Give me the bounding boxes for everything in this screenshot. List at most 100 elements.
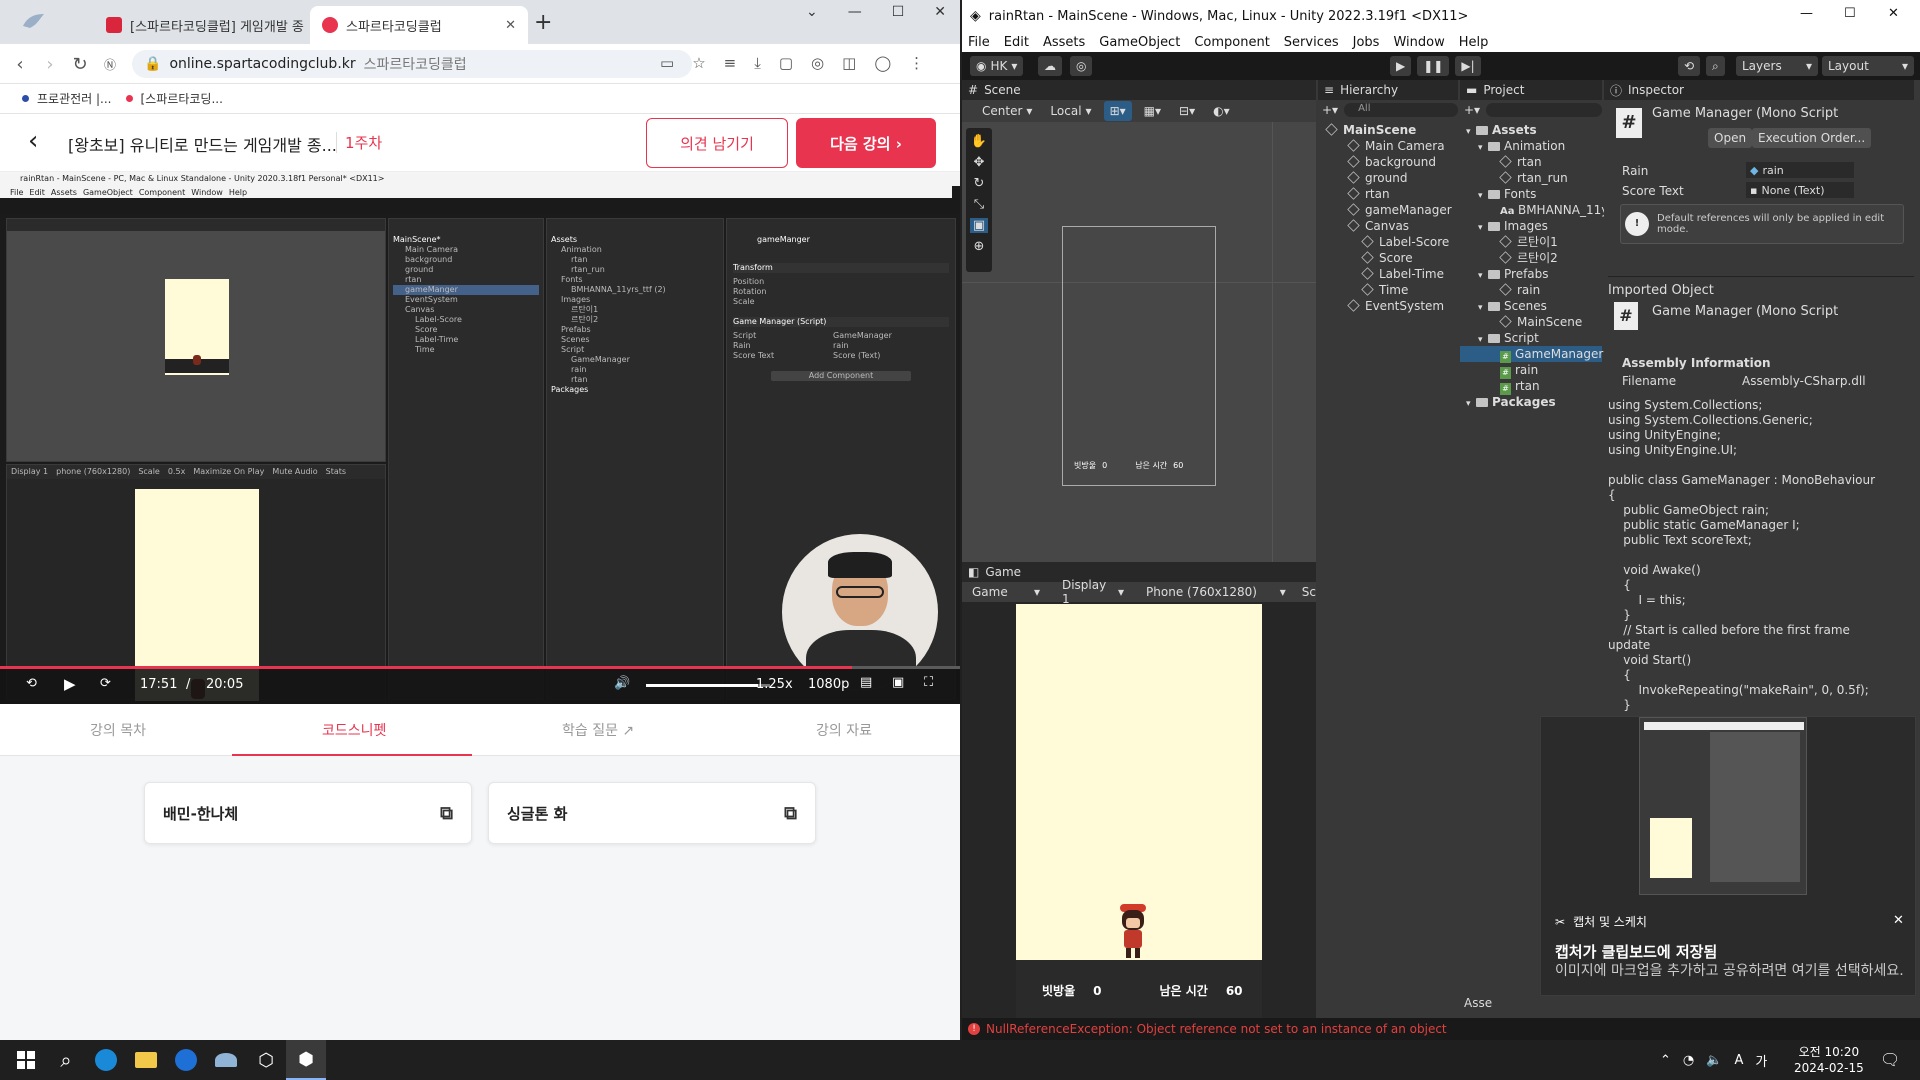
- volume-icon[interactable]: 🔊: [614, 676, 630, 691]
- hierarchy-item[interactable]: EventSystem: [1318, 298, 1458, 314]
- pivot-dropdown[interactable]: Center ▾: [976, 101, 1039, 121]
- menu-assets[interactable]: Assets: [1043, 35, 1085, 50]
- project-item[interactable]: Aa BMHANNA_11y: [1460, 202, 1608, 218]
- split-icon[interactable]: ◫: [842, 54, 856, 72]
- forward-icon[interactable]: ›: [36, 50, 64, 78]
- project-item[interactable]: ▾ Assets: [1460, 122, 1602, 138]
- project-item[interactable]: # GameManager: [1460, 346, 1603, 363]
- menu-help[interactable]: Help: [1459, 35, 1489, 50]
- move-tool-icon[interactable]: ✥: [974, 155, 985, 170]
- subtitle-icon[interactable]: ▤: [860, 675, 872, 690]
- collections-icon[interactable]: ▢: [779, 54, 793, 72]
- hierarchy-item[interactable]: background: [1318, 154, 1458, 170]
- feedback-button[interactable]: 의견 남기기: [646, 118, 788, 168]
- tab-2[interactable]: 스파르타코딩클럽 ✕: [310, 6, 528, 44]
- rewind-icon[interactable]: ⟲: [26, 676, 37, 691]
- file-explorer-icon[interactable]: [126, 1040, 166, 1080]
- project-search[interactable]: [1486, 103, 1602, 117]
- project-item[interactable]: ▾ Images: [1460, 218, 1602, 234]
- pause-button[interactable]: ❚❚: [1417, 56, 1450, 76]
- rotate-tool-icon[interactable]: ↻: [974, 176, 985, 191]
- hierarchy-item[interactable]: ground: [1318, 170, 1458, 186]
- project-item[interactable]: ▾ Script: [1460, 330, 1602, 346]
- hierarchy-item[interactable]: MainScene: [1318, 122, 1458, 138]
- history-button[interactable]: ⟲: [1678, 56, 1701, 76]
- transform-tool-icon[interactable]: ⊕: [974, 239, 985, 254]
- scene-tab[interactable]: # Scene: [962, 80, 1316, 100]
- back-icon[interactable]: ‹: [6, 50, 34, 78]
- favorites-icon[interactable]: ≡: [724, 54, 737, 72]
- ime-indicator[interactable]: A: [1734, 1053, 1743, 1068]
- unity-editor-icon[interactable]: ⬢: [286, 1040, 326, 1080]
- menu-window[interactable]: Window: [1393, 35, 1444, 50]
- menu-gameobject[interactable]: GameObject: [1099, 35, 1180, 50]
- hierarchy-search[interactable]: All: [1344, 103, 1458, 117]
- hierarchy-item[interactable]: Time: [1318, 282, 1458, 298]
- game-tab[interactable]: ◧ Game: [962, 562, 1316, 582]
- cast-icon[interactable]: ▭: [660, 54, 674, 72]
- reload-icon[interactable]: ↻: [66, 50, 94, 78]
- tray-chevron-icon[interactable]: ⌃: [1660, 1053, 1671, 1068]
- close-icon[interactable]: ✕: [1893, 913, 1904, 928]
- lecture-video[interactable]: rainRtan - MainScene - PC, Mac & Linux S…: [0, 172, 960, 704]
- tab-code-snippet[interactable]: 코드스니펫: [322, 720, 386, 740]
- open-button[interactable]: Open: [1708, 128, 1753, 148]
- step-button[interactable]: ▶|: [1455, 56, 1481, 76]
- execution-order-button[interactable]: Execution Order...: [1752, 128, 1872, 148]
- menu-file[interactable]: File: [968, 35, 990, 50]
- fullscreen-icon[interactable]: ⛶: [924, 675, 933, 690]
- profile-icon[interactable]: ◯: [874, 54, 891, 72]
- tab-1[interactable]: [스파르타코딩클럽] 게임개발 종: [94, 6, 304, 44]
- bookmark-item[interactable]: 프로관전러 |...: [22, 90, 112, 107]
- project-item[interactable]: 르탄이1: [1460, 234, 1602, 250]
- project-item[interactable]: ▾ Prefabs: [1460, 266, 1602, 282]
- space-dropdown[interactable]: Local ▾: [1044, 101, 1098, 121]
- video-progress-track[interactable]: [0, 666, 960, 669]
- hierarchy-item[interactable]: Label-Score: [1318, 234, 1458, 250]
- close-tab-icon[interactable]: ✕: [505, 18, 516, 33]
- network-icon[interactable]: ◔: [1683, 1053, 1694, 1068]
- copy-icon[interactable]: ⧉: [784, 803, 797, 824]
- hierarchy-item[interactable]: gameManager: [1318, 202, 1458, 218]
- clock[interactable]: 오전 10:20 2024-02-15: [1794, 1044, 1864, 1076]
- hand-tool-icon[interactable]: ✋: [971, 134, 987, 149]
- game-mode-dropdown[interactable]: Game ▾: [966, 582, 1046, 602]
- start-icon[interactable]: [6, 1040, 46, 1080]
- account-dropdown[interactable]: ◉ HK ▾: [970, 56, 1024, 76]
- tab-questions[interactable]: 학습 질문 ↗: [562, 720, 634, 740]
- maximize-icon[interactable]: ☐: [1844, 6, 1856, 21]
- rect-tool-icon[interactable]: ▣: [969, 218, 989, 233]
- notification-center-icon[interactable]: 🗨: [1880, 1050, 1900, 1069]
- hierarchy-tab[interactable]: ≡ Hierarchy: [1318, 80, 1458, 100]
- project-item[interactable]: MainScene: [1460, 314, 1602, 330]
- close-icon[interactable]: ✕: [934, 4, 946, 20]
- screenshot-icon[interactable]: ◎: [811, 54, 824, 72]
- next-lecture-button[interactable]: 다음 강의 ›: [796, 118, 936, 168]
- minimize-icon[interactable]: —: [1800, 6, 1813, 21]
- project-item[interactable]: 르탄이2: [1460, 250, 1602, 266]
- maximize-icon[interactable]: ☐: [892, 4, 905, 20]
- bookmark-item[interactable]: [스파르타코딩...: [125, 90, 223, 107]
- app-icon-blue[interactable]: [166, 1040, 206, 1080]
- hierarchy-item[interactable]: rtan: [1318, 186, 1458, 202]
- layers-dropdown[interactable]: Layers ▾: [1736, 56, 1818, 76]
- search-icon[interactable]: ⌕: [46, 1040, 86, 1080]
- tab-lecture-list[interactable]: 강의 목차: [90, 720, 146, 740]
- favorites-add-icon[interactable]: ☆: [692, 54, 705, 72]
- tab-search-icon[interactable]: ⌄: [806, 4, 818, 20]
- project-item[interactable]: rtan: [1460, 154, 1602, 170]
- project-item[interactable]: ▾ Animation: [1460, 138, 1602, 154]
- project-item[interactable]: # rain: [1460, 362, 1602, 379]
- rain-field[interactable]: ◆ rain: [1746, 162, 1854, 178]
- grid-snap-button[interactable]: ⊞▾: [1103, 101, 1132, 121]
- hierarchy-item[interactable]: Label-Time: [1318, 266, 1458, 282]
- snippet-card[interactable]: 싱글톤 화 ⧉: [488, 782, 816, 844]
- grid-button[interactable]: ▦▾: [1137, 101, 1168, 121]
- add-icon[interactable]: +▾: [1464, 103, 1480, 117]
- minimize-icon[interactable]: —: [848, 4, 862, 20]
- layout-dropdown[interactable]: Layout ▾: [1822, 56, 1914, 76]
- pip-icon[interactable]: ▣: [892, 675, 904, 690]
- edge-icon[interactable]: [86, 1040, 126, 1080]
- project-item[interactable]: ▾ Packages: [1460, 394, 1602, 410]
- more-icon[interactable]: ⋮: [909, 54, 924, 72]
